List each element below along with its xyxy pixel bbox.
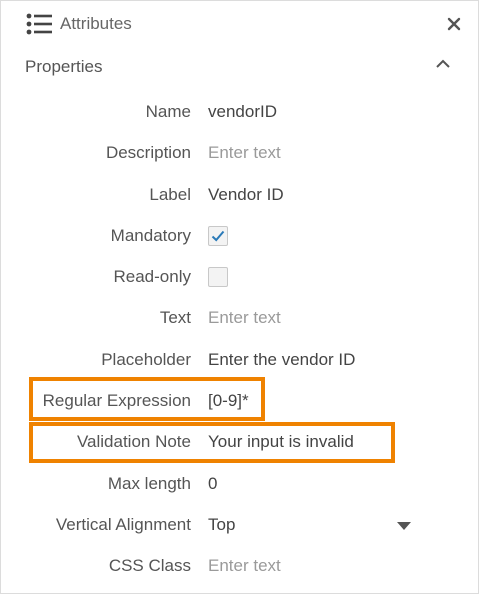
placeholder-input[interactable]: Enter the vendor ID [208, 350, 355, 370]
field-row-regular-expression: Regular Expression [0-9]* [1, 386, 478, 416]
field-label: Placeholder [101, 350, 191, 369]
field-row-name: Name vendorID [1, 97, 478, 127]
validation-note-input[interactable]: Your input is invalid [208, 432, 354, 452]
max-length-input[interactable]: 0 [208, 474, 217, 494]
field-row-max-length: Max length 0 [1, 469, 478, 499]
field-label: Name [145, 102, 191, 121]
field-label: Description [105, 143, 191, 162]
css-class-input[interactable]: Enter text [208, 556, 281, 576]
field-row-text: Text Enter text [1, 303, 478, 333]
regular-expression-input[interactable]: [0-9]* [208, 391, 249, 411]
readonly-checkbox[interactable] [208, 267, 228, 287]
section-title-properties: Properties [25, 57, 103, 76]
field-row-mandatory: Mandatory [1, 221, 478, 251]
checkmark-icon [211, 230, 225, 242]
field-row-placeholder: Placeholder Enter the vendor ID [1, 345, 478, 375]
field-label: Mandatory [110, 226, 191, 245]
field-row-readonly: Read-only [1, 262, 478, 292]
field-label: Max length [107, 474, 191, 493]
text-input[interactable]: Enter text [208, 308, 281, 328]
field-label: CSS Class [108, 556, 191, 575]
chevron-up-icon[interactable] [433, 57, 453, 71]
caret-down-icon[interactable] [397, 522, 411, 530]
field-label: Text [159, 308, 191, 327]
field-row-css-class: CSS Class Enter text [1, 551, 478, 581]
field-row-validation-note: Validation Note Your input is invalid [1, 427, 478, 457]
field-label: Vertical Alignment [55, 515, 191, 534]
field-row-label: Label Vendor ID [1, 180, 478, 210]
name-input[interactable]: vendorID [208, 102, 277, 122]
panel-header: Attributes [1, 1, 478, 49]
panel-title: Attributes [60, 14, 132, 33]
attributes-panel: Attributes Properties Name vendorID Desc… [0, 0, 479, 594]
label-input[interactable]: Vendor ID [208, 185, 284, 205]
description-input[interactable]: Enter text [208, 143, 281, 163]
field-row-vertical-alignment: Vertical Alignment Top [1, 510, 478, 540]
list-icon [26, 13, 52, 35]
field-label: Validation Note [76, 432, 191, 451]
field-label: Regular Expression [42, 391, 191, 410]
mandatory-checkbox[interactable] [208, 226, 228, 246]
vertical-alignment-select[interactable]: Top [208, 515, 235, 535]
field-label: Read-only [113, 267, 192, 286]
field-row-description: Description Enter text [1, 138, 478, 168]
close-icon[interactable] [445, 15, 463, 33]
field-label: Label [149, 185, 191, 204]
